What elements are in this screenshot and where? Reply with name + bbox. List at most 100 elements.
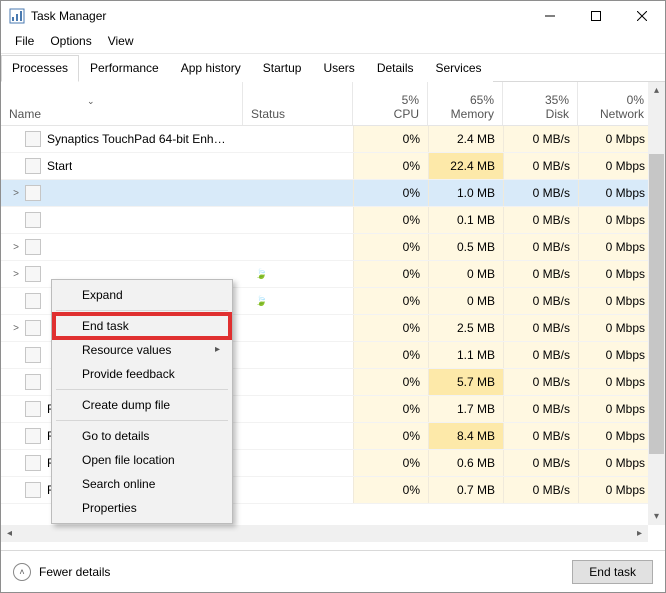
process-icon <box>25 131 41 147</box>
scroll-thumb[interactable] <box>649 154 664 454</box>
status-cell <box>243 234 353 260</box>
context-menu: Expand End task Resource values▸ Provide… <box>51 279 233 524</box>
memory-cell: 5.7 MB <box>428 369 503 395</box>
status-cell <box>243 450 353 476</box>
memory-cell: 0.5 MB <box>428 234 503 260</box>
close-button[interactable] <box>619 1 665 31</box>
process-icon <box>25 293 41 309</box>
vertical-scrollbar[interactable]: ▴ ▾ <box>648 82 665 525</box>
ctx-search-online[interactable]: Search online <box>54 472 230 496</box>
ctx-resource-values[interactable]: Resource values▸ <box>54 338 230 362</box>
cpu-cell: 0% <box>353 396 428 422</box>
cpu-cell: 0% <box>353 450 428 476</box>
memory-cell: 22.4 MB <box>428 153 503 179</box>
header-network[interactable]: 0%Network <box>578 82 653 125</box>
app-icon <box>9 8 25 24</box>
expand-icon[interactable]: > <box>9 323 23 334</box>
network-cell: 0 Mbps <box>578 450 653 476</box>
cpu-cell: 0% <box>353 369 428 395</box>
cpu-cell: 0% <box>353 342 428 368</box>
tab-processes[interactable]: Processes <box>1 55 79 82</box>
header-cpu[interactable]: 5%CPU <box>353 82 428 125</box>
process-name: Start <box>47 159 72 173</box>
disk-cell: 0 MB/s <box>503 396 578 422</box>
process-row[interactable]: >0%0.5 MB0 MB/s0 Mbps <box>1 234 665 261</box>
disk-cell: 0 MB/s <box>503 315 578 341</box>
process-icon <box>25 239 41 255</box>
tab-apphistory[interactable]: App history <box>170 55 252 82</box>
expand-icon[interactable]: > <box>9 188 23 199</box>
disk-cell: 0 MB/s <box>503 126 578 152</box>
fewer-details-label: Fewer details <box>39 565 110 579</box>
scroll-left-icon[interactable]: ◂ <box>1 525 18 542</box>
ctx-expand[interactable]: Expand <box>54 283 230 307</box>
ctx-end-task[interactable]: End task <box>54 314 230 338</box>
end-task-button[interactable]: End task <box>572 560 653 584</box>
tab-performance[interactable]: Performance <box>79 55 170 82</box>
network-cell: 0 Mbps <box>578 423 653 449</box>
header-memory[interactable]: 65%Memory <box>428 82 503 125</box>
memory-cell: 1.0 MB <box>428 180 503 206</box>
maximize-button[interactable] <box>573 1 619 31</box>
process-row[interactable]: Start 0%22.4 MB0 MB/s0 Mbps <box>1 153 665 180</box>
disk-cell: 0 MB/s <box>503 477 578 503</box>
memory-cell: 0 MB <box>428 288 503 314</box>
scroll-up-icon[interactable]: ▴ <box>648 82 665 99</box>
status-cell <box>243 423 353 449</box>
header-name[interactable]: ⌄Name <box>1 82 243 125</box>
tab-startup[interactable]: Startup <box>252 55 313 82</box>
tab-services[interactable]: Services <box>425 55 493 82</box>
ctx-properties[interactable]: Properties <box>54 496 230 520</box>
cpu-cell: 0% <box>353 207 428 233</box>
network-cell: 0 Mbps <box>578 153 653 179</box>
header-status[interactable]: Status <box>243 82 353 125</box>
sort-indicator-icon: ⌄ <box>87 96 234 107</box>
expand-icon[interactable]: > <box>9 269 23 280</box>
status-cell <box>243 207 353 233</box>
scroll-right-icon[interactable]: ▸ <box>631 525 648 542</box>
memory-cell: 0.7 MB <box>428 477 503 503</box>
disk-cell: 0 MB/s <box>503 234 578 260</box>
network-cell: 0 Mbps <box>578 207 653 233</box>
fewer-details-toggle[interactable]: ˄ Fewer details <box>13 563 110 581</box>
memory-cell: 1.7 MB <box>428 396 503 422</box>
tab-details[interactable]: Details <box>366 55 425 82</box>
menu-view[interactable]: View <box>100 32 142 50</box>
separator <box>56 310 228 311</box>
menu-options[interactable]: Options <box>42 32 99 50</box>
process-row[interactable]: >0%1.0 MB0 MB/s0 Mbps <box>1 180 665 207</box>
status-cell <box>243 369 353 395</box>
scroll-down-icon[interactable]: ▾ <box>648 508 665 525</box>
process-row[interactable]: Synaptics TouchPad 64-bit Enha...0%2.4 M… <box>1 126 665 153</box>
status-cell <box>243 342 353 368</box>
menu-file[interactable]: File <box>7 32 42 50</box>
network-cell: 0 Mbps <box>578 261 653 287</box>
network-cell: 0 Mbps <box>578 315 653 341</box>
ctx-create-dump[interactable]: Create dump file <box>54 393 230 417</box>
process-icon <box>25 482 41 498</box>
memory-cell: 2.4 MB <box>428 126 503 152</box>
tab-bar: Processes Performance App history Startu… <box>1 53 665 82</box>
status-cell <box>243 315 353 341</box>
process-row[interactable]: 0%0.1 MB0 MB/s0 Mbps <box>1 207 665 234</box>
ctx-go-to-details[interactable]: Go to details <box>54 424 230 448</box>
process-icon <box>25 401 41 417</box>
network-cell: 0 Mbps <box>578 369 653 395</box>
ctx-provide-feedback[interactable]: Provide feedback <box>54 362 230 386</box>
cpu-cell: 0% <box>353 153 428 179</box>
disk-cell: 0 MB/s <box>503 153 578 179</box>
disk-cell: 0 MB/s <box>503 450 578 476</box>
process-icon <box>25 320 41 336</box>
memory-cell: 0 MB <box>428 261 503 287</box>
status-cell <box>243 180 353 206</box>
ctx-open-location[interactable]: Open file location <box>54 448 230 472</box>
minimize-button[interactable] <box>527 1 573 31</box>
tab-users[interactable]: Users <box>312 55 365 82</box>
header-disk[interactable]: 35%Disk <box>503 82 578 125</box>
status-cell: 🍃 <box>243 261 353 287</box>
horizontal-scrollbar[interactable]: ◂ ▸ <box>1 525 648 542</box>
title-bar: Task Manager <box>1 1 665 31</box>
leaf-icon: 🍃 <box>255 296 267 307</box>
expand-icon[interactable]: > <box>9 242 23 253</box>
disk-cell: 0 MB/s <box>503 342 578 368</box>
